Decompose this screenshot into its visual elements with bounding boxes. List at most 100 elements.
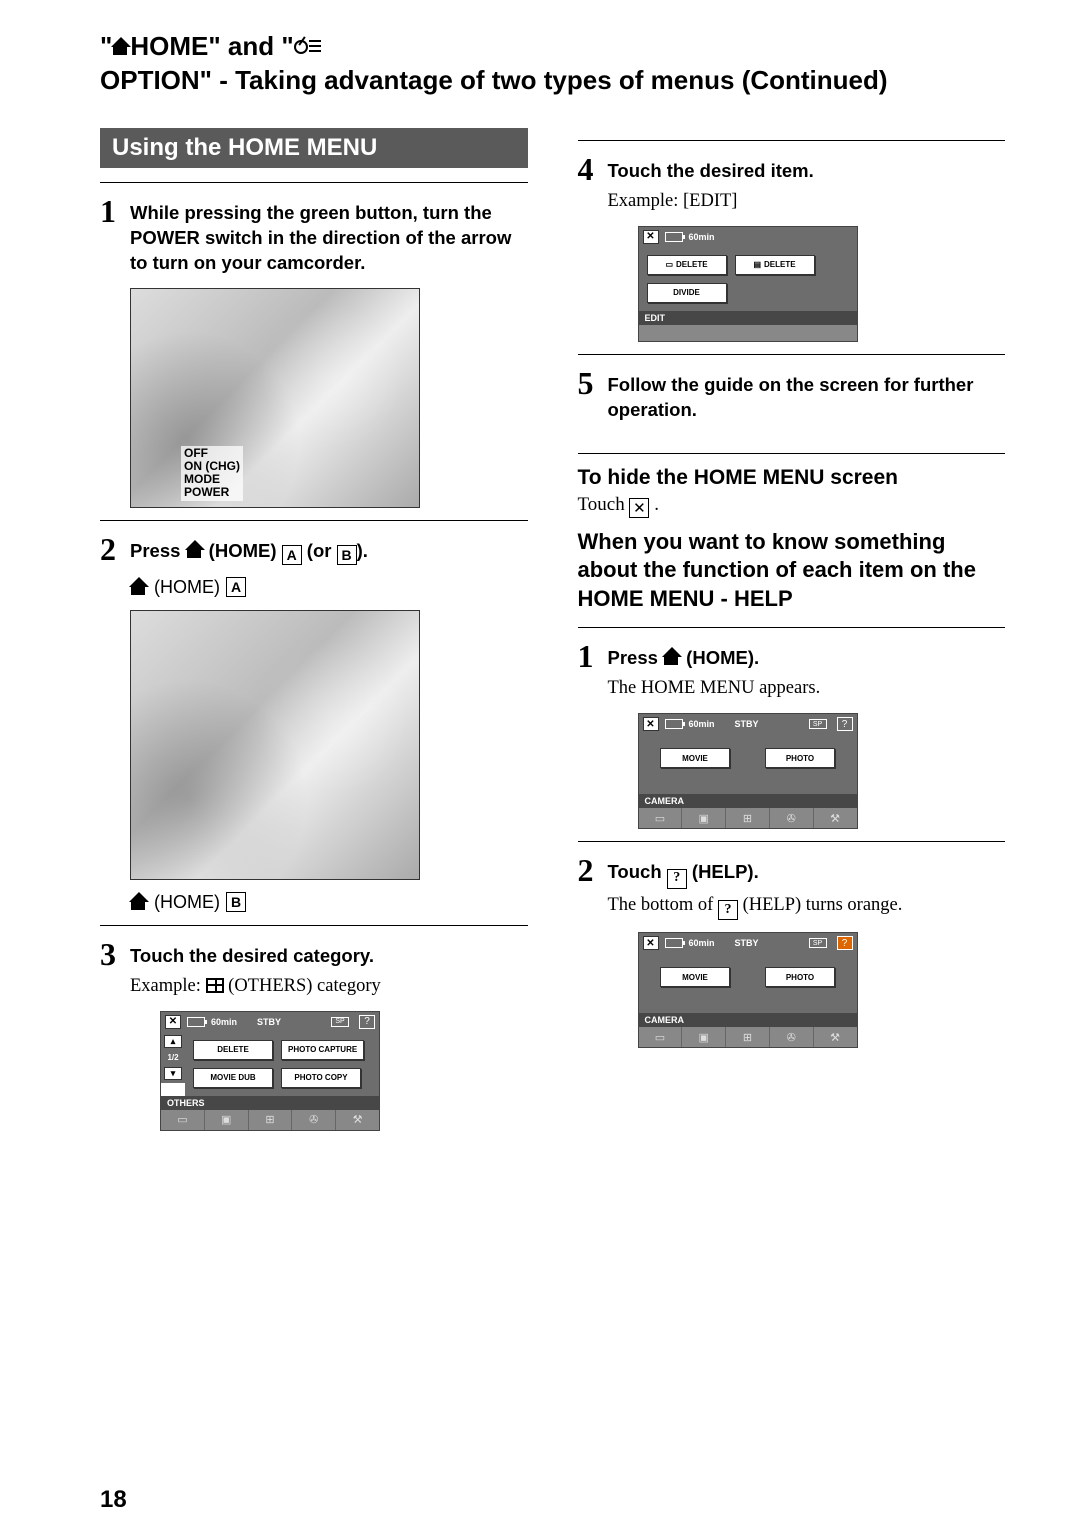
movie-button: MOVIE [660,967,730,987]
camcorder-power-illustration: OFF ON (CHG) MODE POWER [130,288,420,508]
divider [578,841,1006,842]
time-remaining: 60min [211,1017,237,1027]
camera-tab-icon: ▭ [639,1027,683,1047]
help-step-2-num: 2 [578,854,600,886]
time-remaining: 60min [689,232,715,242]
title-part-home: HOME" and " [130,30,293,64]
help-step-1-text: Press (HOME). [608,640,760,671]
manage-tab-icon: ✇ [770,1027,814,1047]
home-b-label: (HOME) B [130,892,528,913]
divider [578,354,1006,355]
step-1-text: While pressing the green button, turn th… [130,195,528,276]
home-icon [663,648,681,666]
help-step-2-text: Touch ? (HELP). [608,854,759,888]
help-step-2-body: The bottom of ? (HELP) turns orange. [578,893,1006,920]
step-number-2: 2 [100,533,122,565]
step-number-5: 5 [578,367,600,399]
page-indicator: 1/2 [161,1051,185,1064]
label-b-icon: B [226,892,246,912]
step2-end: ). [357,540,368,561]
others-tab-icon: ⊞ [726,1027,770,1047]
divider [100,520,528,521]
divider [100,182,528,183]
step2-mid: (HOME) [204,540,282,561]
screen-edit: ✕ 60min ▭ DELETE ▤ DELETE DIVIDE EDIT [638,226,858,342]
battery-icon [665,232,683,242]
home-a-text: (HOME) [154,577,220,598]
settings-tab-icon: ⚒ [336,1110,379,1130]
movie-button: MOVIE [660,748,730,768]
bottom-nav: ▭ ▣ ⊞ ✇ ⚒ [161,1110,379,1130]
h1-pre: Press [608,647,664,668]
home-a-label: (HOME) A [130,577,528,598]
camera-tab-icon: ▭ [161,1110,205,1130]
ex-pre: Example: [130,976,206,996]
view-tab-icon: ▣ [682,808,726,828]
home-icon [130,578,148,596]
category-label: OTHERS [161,1096,379,1110]
step-4-text: Touch the desired item. [608,153,814,184]
label-b-icon: B [337,545,357,565]
photo-copy-button: PHOTO COPY [281,1068,361,1088]
others-tab-icon: ⊞ [249,1110,293,1130]
h2-body-post: (HELP) turns orange. [738,895,902,915]
close-icon: ✕ [643,717,659,731]
time-remaining: 60min [689,938,715,948]
manage-tab-icon: ✇ [770,808,814,828]
h2-pre: Touch [608,861,667,882]
help-icon-active: ? [837,936,853,950]
view-tab-icon: ▣ [682,1027,726,1047]
screen-home-menu-help: ✕ 60min STBY SP ? MOVIE PHOTO CAMERA ▭ ▣… [638,932,858,1048]
category-label: CAMERA [639,1013,857,1027]
step-number-1: 1 [100,195,122,227]
battery-icon [665,938,683,948]
delete-button: ▭ DELETE [647,255,727,275]
sp-indicator: SP [809,719,827,729]
close-icon: ✕ [165,1015,181,1029]
home-icon [112,38,130,56]
divider [578,627,1006,628]
ex-post: (OTHERS) category [228,976,381,996]
battery-icon [665,719,683,729]
bottom-bar [639,325,857,341]
divider [578,140,1006,141]
right-column: 4 Touch the desired item. Example: [EDIT… [578,128,1006,1139]
help-icon: ? [667,869,687,889]
quote-open: " [100,30,112,64]
camera-tab-icon: ▭ [639,808,683,828]
movie-dub-button: MOVIE DUB [193,1068,273,1088]
power-switch-labels: OFF ON (CHG) MODE POWER [181,446,243,501]
option-icon [294,40,321,54]
category-label: EDIT [639,311,857,325]
step-5-text: Follow the guide on the screen for furth… [608,367,1006,423]
page-number: 18 [100,1486,127,1514]
step-number-4: 4 [578,153,600,185]
help-step-1-num: 1 [578,640,600,672]
others-tab-icon: ⊞ [726,808,770,828]
step2-or: (or [302,540,337,561]
camcorder-screen-illustration [130,610,420,880]
photo-button: PHOTO [765,967,835,987]
page-title: " HOME" and " OPTION" - Taking advantage… [100,30,1005,98]
help-icon: ? [718,900,738,920]
screen-others: ✕ 60min STBY SP ? ▴ 1/2 ▾ [160,1011,380,1131]
close-icon: ✕ [643,230,659,244]
step-number-3: 3 [100,938,122,970]
step-3-text: Touch the desired category. [130,938,374,969]
hide-post: . [654,494,659,515]
section-header: Using the HOME MENU [100,128,528,168]
divider [578,453,1006,454]
label-a-icon: A [282,545,302,565]
help-icon: ? [837,717,853,731]
delete-button: DELETE [193,1040,273,1060]
home-icon [186,541,204,559]
delete-photo-button: ▤ DELETE [735,255,815,275]
others-icon [206,978,224,993]
stby-label: STBY [735,938,759,948]
category-label: CAMERA [639,794,857,808]
settings-tab-icon: ⚒ [814,1027,857,1047]
home-icon [130,893,148,911]
hide-pre: Touch [578,494,630,515]
step-3-example: Example: (OTHERS) category [100,974,528,999]
battery-icon [187,1017,205,1027]
